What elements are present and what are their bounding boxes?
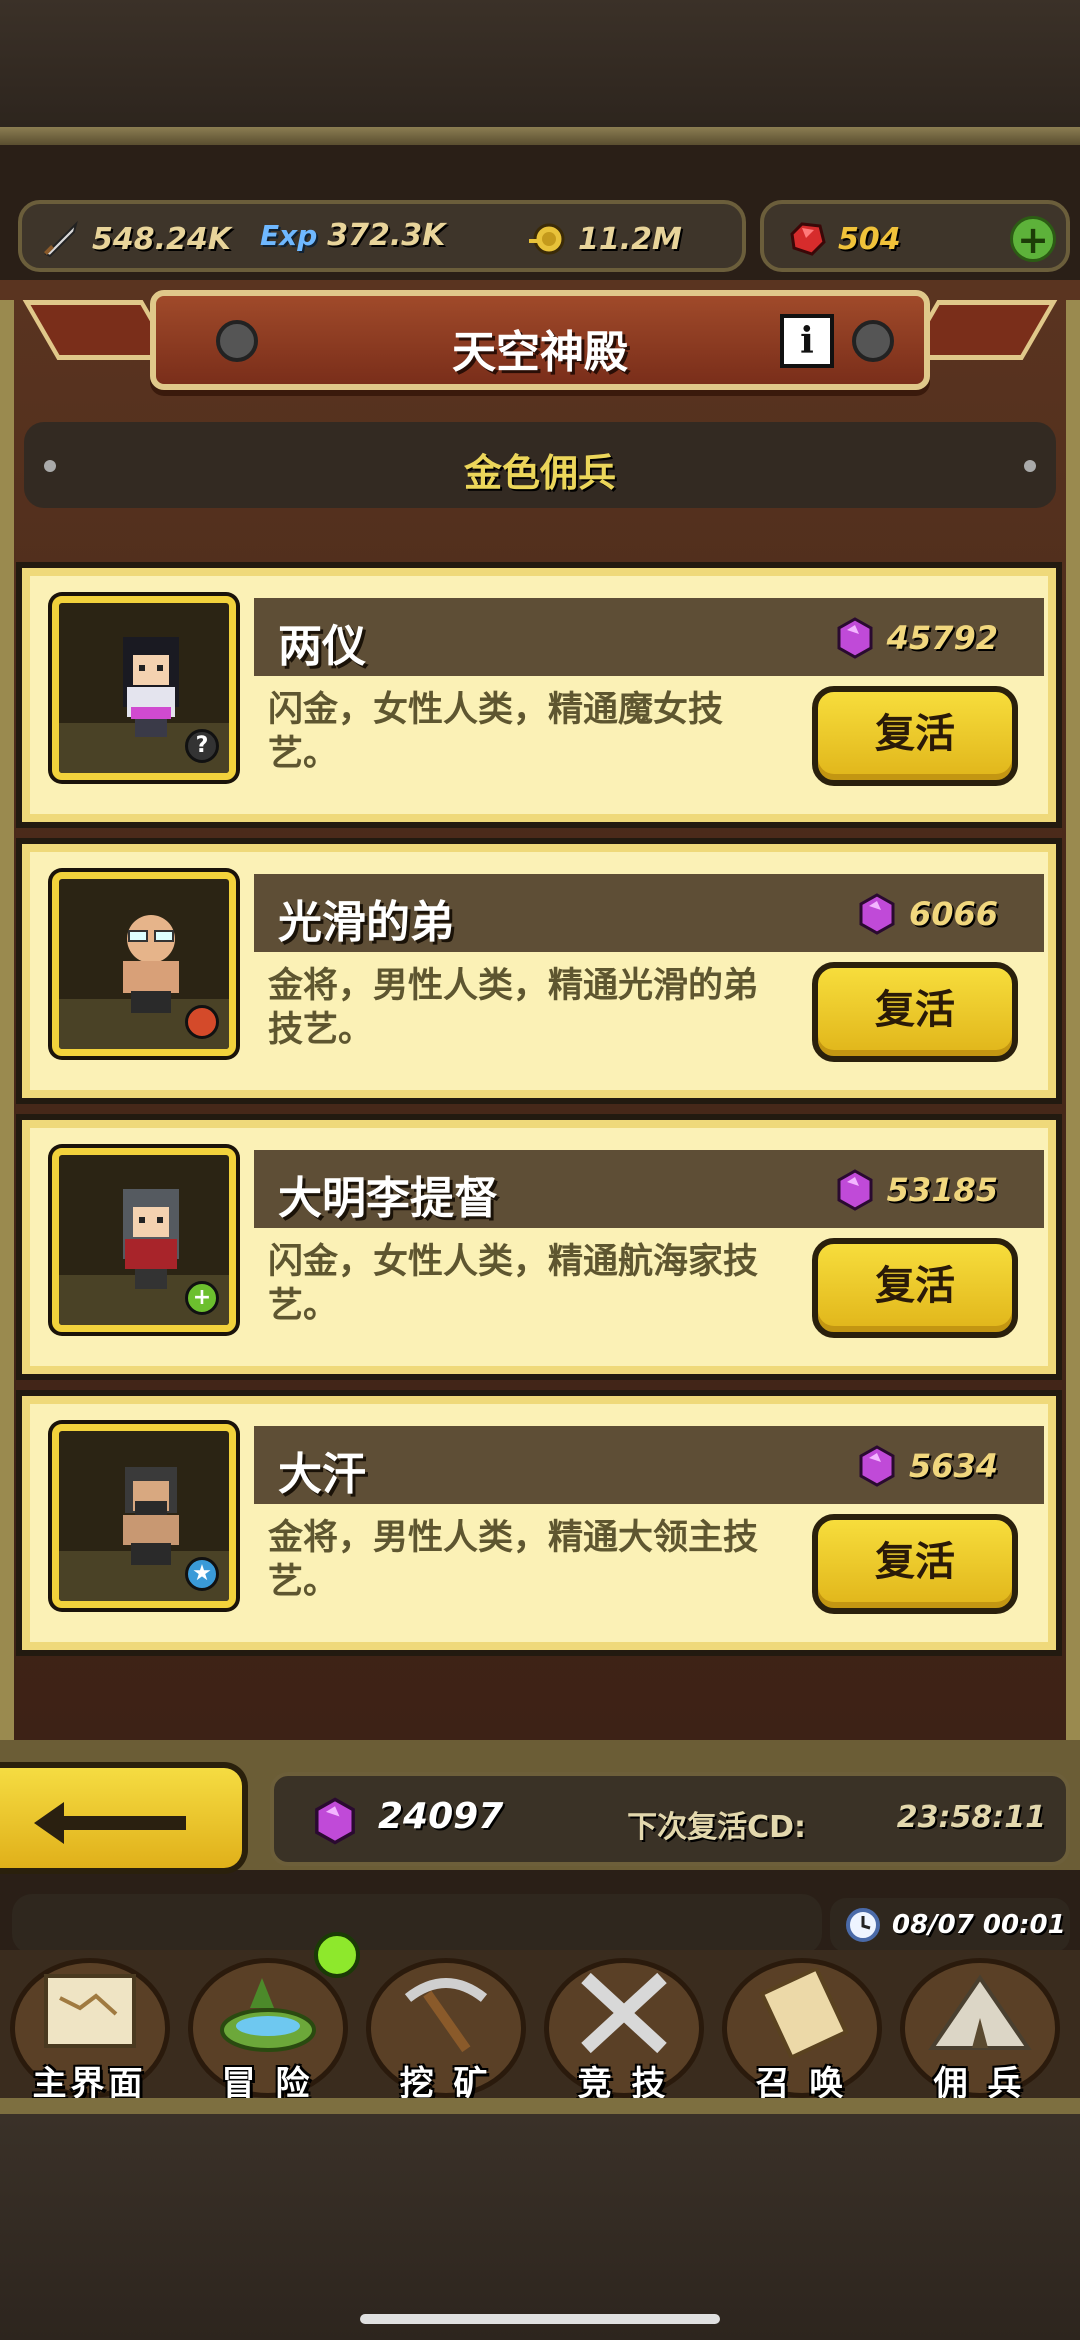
ruby-value: 504 xyxy=(838,221,901,257)
character-portrait-icon xyxy=(123,915,179,1013)
mercenary-name: 大汗 xyxy=(278,1449,366,1500)
back-button[interactable] xyxy=(0,1762,248,1874)
revive-button[interactable]: 复活 xyxy=(812,962,1018,1062)
gold-coin-icon xyxy=(526,218,568,260)
revive-button[interactable]: 复活 xyxy=(812,686,1018,786)
clock-display: 08/07 00:01 xyxy=(830,1898,1070,1952)
cost-value: 45792 xyxy=(886,619,998,657)
back-arrow-icon xyxy=(34,1802,186,1844)
section-header: 金色佣兵 xyxy=(24,422,1056,508)
name-bar: 光滑的弟 6066 xyxy=(254,874,1044,952)
clock-text: 08/07 00:01 xyxy=(892,1910,1066,1940)
gem-icon xyxy=(837,617,873,659)
top-background xyxy=(0,0,1080,145)
title-banner: 天空神殿 i xyxy=(150,290,930,390)
attack-value: 548.24K xyxy=(92,221,232,257)
dot-icon xyxy=(1024,460,1036,472)
home-indicator[interactable] xyxy=(360,2314,720,2324)
gem-icon xyxy=(859,1445,895,1487)
map-scroll-icon xyxy=(44,1974,136,2048)
mercenary-card: 光滑的弟 6066 金将，男性人类，精通光滑的弟技艺。 复活 xyxy=(16,838,1062,1104)
mercenary-avatar[interactable] xyxy=(52,872,236,1056)
gem-total: 24097 xyxy=(378,1796,504,1837)
revive-cost: 53185 xyxy=(833,1168,998,1212)
gem-icon xyxy=(837,1169,873,1211)
island-icon xyxy=(220,1978,316,2052)
name-bar: 大明李提督 53185 xyxy=(254,1150,1044,1228)
gold-resource: 11.2M xyxy=(526,218,682,260)
sword-badge-icon xyxy=(185,1005,219,1039)
crossed-swords-icon xyxy=(581,1972,667,2054)
exp-resource: Exp 372.3K xyxy=(260,218,445,253)
name-bar: 大汗 5634 xyxy=(254,1426,1044,1504)
nav-mining[interactable]: 挖 矿 xyxy=(358,1958,533,2108)
cost-value: 6066 xyxy=(908,895,998,933)
revive-cost: 5634 xyxy=(855,1444,998,1488)
revive-button[interactable]: 复活 xyxy=(812,1238,1018,1338)
scroll-icon xyxy=(759,1968,849,2058)
nav-mercenary[interactable]: 佣 兵 xyxy=(892,1958,1067,2108)
resource-bar: 548.24K Exp 372.3K 11.2M xyxy=(18,200,746,272)
gem-icon xyxy=(315,1797,355,1845)
mercenary-description: 金将，男性人类，精通光滑的弟技艺。 xyxy=(268,966,759,1050)
exp-icon: Exp xyxy=(260,219,318,252)
plus-badge-icon: + xyxy=(185,1281,219,1315)
mercenary-avatar[interactable]: ? xyxy=(52,596,236,780)
mercenary-avatar[interactable]: ★ xyxy=(52,1424,236,1608)
character-portrait-icon xyxy=(123,1189,179,1289)
mercenary-description: 金将，男性人类，精通大领主技艺。 xyxy=(268,1518,759,1602)
nav-arena[interactable]: 竞 技 xyxy=(536,1958,711,2108)
info-button[interactable]: i xyxy=(780,314,834,368)
bolt-icon xyxy=(852,320,894,362)
ruby-icon xyxy=(786,218,828,260)
exp-value: 372.3K xyxy=(327,218,446,253)
revive-cd-label: 下次复活CD: xyxy=(627,1810,806,1845)
gem-icon xyxy=(859,893,895,935)
star-badge-icon: ★ xyxy=(185,1557,219,1591)
cost-value: 5634 xyxy=(908,1447,998,1485)
gem-balance-panel: 24097 下次复活CD: 23:58:11 xyxy=(270,1772,1070,1866)
attack-resource: 548.24K xyxy=(40,218,231,260)
ruby-bar: 504 + xyxy=(760,200,1070,272)
clock-icon xyxy=(846,1908,880,1942)
mercenary-card: ★ 大汗 5634 金将，男性人类，精通大领主技艺。 复活 xyxy=(16,1390,1062,1656)
mercenary-card: + 大明李提督 53185 闪金，女性人类，精通航海家技艺。 复活 xyxy=(16,1114,1062,1380)
add-ruby-button[interactable]: + xyxy=(1010,216,1056,262)
nav-summon[interactable]: 召 唤 xyxy=(714,1958,889,2108)
mercenary-description: 闪金，女性人类，精通魔女技艺。 xyxy=(268,690,724,774)
mercenary-card: ? 两仪 45792 闪金，女性人类，精通魔女技艺。 复活 xyxy=(16,562,1062,828)
nav-adventure[interactable]: 冒 险 xyxy=(180,1958,355,2108)
notification-dot xyxy=(314,1932,360,1978)
pickaxe-icon xyxy=(404,1978,488,2053)
mercenary-name: 大明李提督 xyxy=(278,1173,498,1224)
nav-bottom-strip xyxy=(0,2098,1080,2114)
message-bar[interactable] xyxy=(12,1894,822,1954)
cost-value: 53185 xyxy=(886,1171,998,1209)
revive-cost: 6066 xyxy=(855,892,998,936)
character-portrait-icon xyxy=(123,637,179,737)
tent-icon xyxy=(928,1974,1032,2050)
gold-value: 11.2M xyxy=(578,221,682,257)
help-badge-icon: ? xyxy=(185,729,219,763)
bottom-background xyxy=(0,2114,1080,2340)
nav-home[interactable]: 主界面 xyxy=(2,1958,177,2108)
sword-icon xyxy=(40,218,82,260)
mercenary-name: 两仪 xyxy=(278,621,366,672)
revive-cd-timer: 23:58:11 xyxy=(896,1800,1046,1835)
mercenary-description: 闪金，女性人类，精通航海家技艺。 xyxy=(268,1242,759,1326)
ruby-resource: 504 xyxy=(786,218,901,260)
section-title: 金色佣兵 xyxy=(463,451,616,495)
revive-button[interactable]: 复活 xyxy=(812,1514,1018,1614)
mercenary-name: 光滑的弟 xyxy=(278,897,454,948)
revive-cost: 45792 xyxy=(833,616,998,660)
name-bar: 两仪 45792 xyxy=(254,598,1044,676)
character-portrait-icon xyxy=(123,1467,179,1565)
mercenary-avatar[interactable]: + xyxy=(52,1148,236,1332)
